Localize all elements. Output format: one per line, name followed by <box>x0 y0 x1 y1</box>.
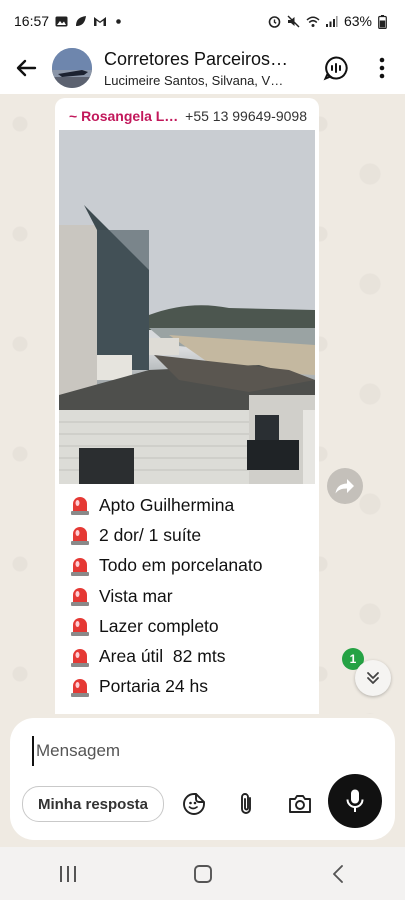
mic-button[interactable] <box>328 774 382 828</box>
list-item: 2 dor/ 1 suíte <box>69 520 315 550</box>
mute-icon <box>287 15 300 28</box>
chat-participants: Lucimeire Santos, Silvana, V… <box>104 72 284 88</box>
status-bar: 16:57 63% <box>0 0 405 42</box>
camera-button[interactable] <box>286 790 314 818</box>
list-item: Todo em porcelanato <box>69 551 315 581</box>
sender-row: ~ Rosangela L… +55 13 99649-9098 <box>59 102 315 128</box>
system-nav-bar <box>0 847 405 900</box>
recents-icon <box>59 865 76 882</box>
list-item-text: Lazer completo <box>99 615 219 636</box>
leaf-icon <box>74 15 87 28</box>
voice-chat-button[interactable] <box>313 42 359 94</box>
list-item-text: Todo em porcelanato <box>99 555 263 576</box>
list-item: Portaria 24 hs <box>69 672 315 702</box>
red-siren-icon <box>71 497 89 516</box>
forward-icon <box>335 479 354 494</box>
nav-back-button[interactable] <box>308 847 368 900</box>
red-siren-icon <box>71 588 89 607</box>
gmail-icon <box>93 15 107 28</box>
sender-name[interactable]: ~ Rosangela L… <box>69 108 178 124</box>
more-vert-icon <box>379 57 385 79</box>
back-button[interactable] <box>0 42 52 94</box>
chat-header: Corretores Parceiros… Lucimeire Santos, … <box>0 42 405 94</box>
mic-icon <box>346 789 364 812</box>
red-siren-icon <box>71 527 89 546</box>
red-siren-icon <box>71 618 89 637</box>
wifi-icon <box>306 15 320 28</box>
chat-area[interactable]: ~ Rosangela L… +55 13 99649-9098 Apto Gu… <box>0 94 405 714</box>
recents-button[interactable] <box>38 847 98 900</box>
home-button[interactable] <box>173 847 233 900</box>
battery-percent: 63% <box>343 13 372 29</box>
status-right: 63% <box>268 13 391 29</box>
red-siren-icon <box>71 557 89 576</box>
camera-icon <box>289 795 311 813</box>
message-input[interactable] <box>32 736 318 766</box>
signal-icon <box>325 15 338 28</box>
message-bubble[interactable]: ~ Rosangela L… +55 13 99649-9098 Apto Gu… <box>55 98 319 714</box>
listing-details: Apto Guilhermina 2 dor/ 1 suíte Todo em … <box>59 484 315 702</box>
back-arrow-icon <box>16 59 37 77</box>
attach-button[interactable] <box>232 790 260 818</box>
list-item-text: Area útil 82 mts <box>99 646 226 667</box>
status-time: 16:57 <box>14 13 50 29</box>
alarm-icon <box>268 15 281 28</box>
building-view-photo[interactable] <box>59 130 315 484</box>
red-siren-icon <box>71 648 89 667</box>
double-chevron-down-icon <box>367 672 379 684</box>
voice-chat-icon <box>323 56 348 81</box>
dot-icon <box>112 15 125 28</box>
list-item-text: Portaria 24 hs <box>99 676 208 697</box>
more-options-button[interactable] <box>359 42 405 94</box>
home-icon <box>193 864 212 883</box>
gallery-icon <box>55 15 68 28</box>
attach-icon <box>241 793 251 814</box>
header-actions <box>313 42 405 94</box>
group-avatar[interactable] <box>52 48 92 88</box>
list-item: Vista mar <box>69 581 315 611</box>
scroll-to-bottom-button[interactable] <box>355 660 391 696</box>
chat-title: Corretores Parceiros… <box>104 48 289 69</box>
sender-phone: +55 13 99649-9098 <box>185 108 307 124</box>
quick-reply-chip[interactable]: Minha resposta <box>22 786 164 822</box>
list-item-text: 2 dor/ 1 suíte <box>99 524 202 545</box>
status-left: 16:57 <box>14 13 125 29</box>
list-item: Apto Guilhermina <box>69 490 315 520</box>
list-item-text: Vista mar <box>99 585 173 606</box>
list-item: Lazer completo <box>69 611 315 641</box>
battery-icon <box>378 14 391 29</box>
list-item: Area útil 82 mts <box>69 641 315 671</box>
sticker-icon <box>183 793 205 815</box>
sticker-button[interactable] <box>180 790 208 818</box>
red-siren-icon <box>71 678 89 697</box>
back-icon <box>332 864 343 883</box>
forward-button[interactable] <box>327 468 363 504</box>
list-item-text: Apto Guilhermina <box>99 494 235 515</box>
chat-title-block[interactable]: Corretores Parceiros… Lucimeire Santos, … <box>104 49 313 88</box>
